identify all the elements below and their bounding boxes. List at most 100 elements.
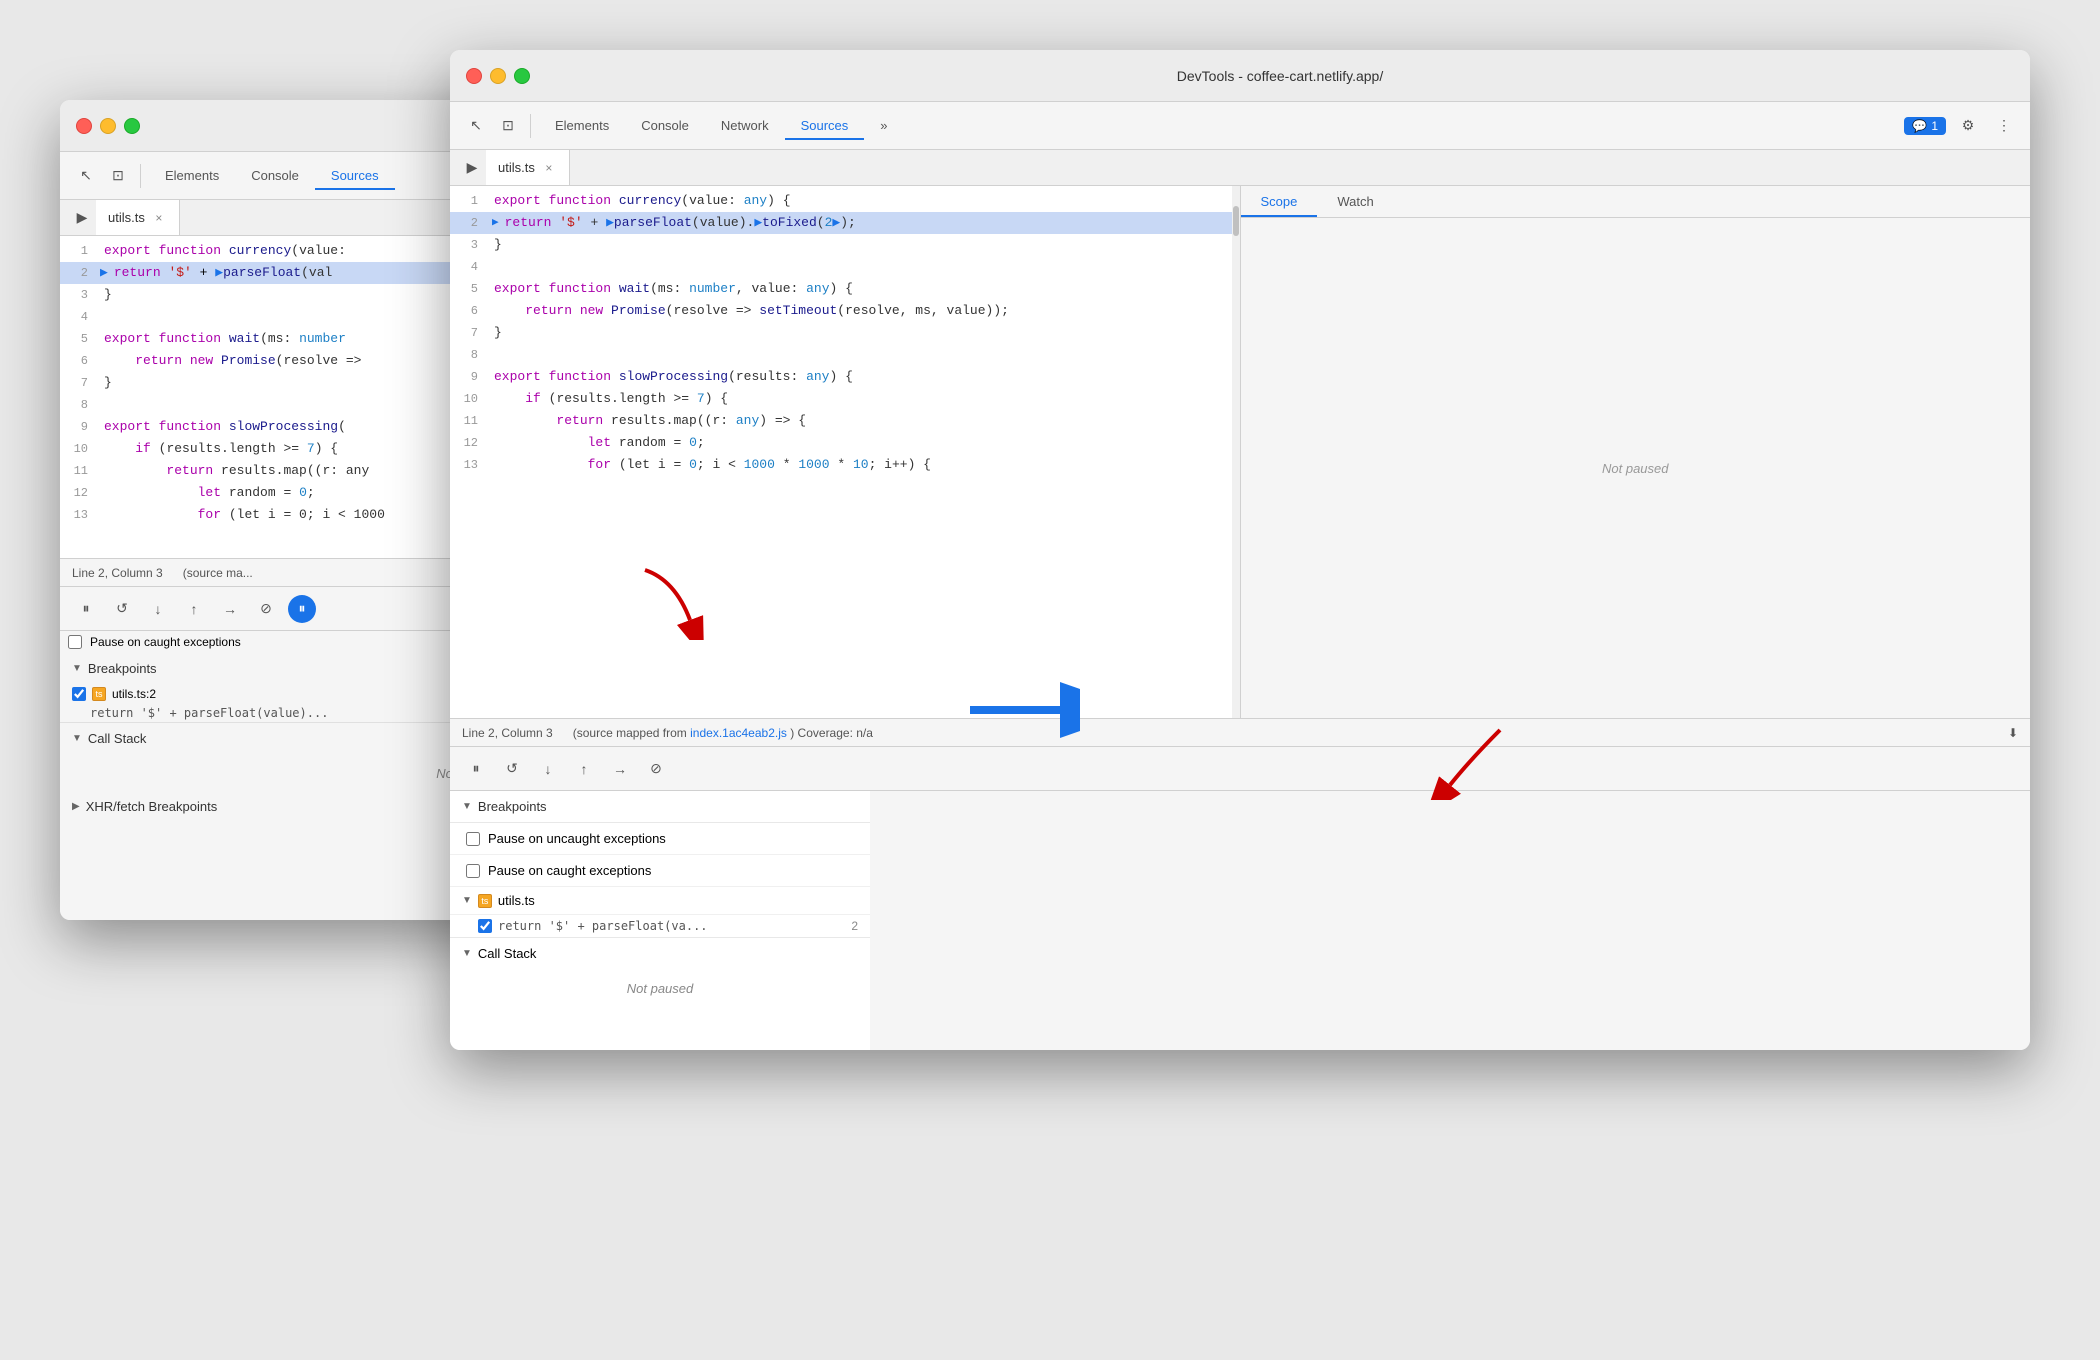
triangle-icon-cs-1: ▼	[72, 733, 82, 744]
scope-panel-2: Scope Watch Not paused	[1240, 186, 2031, 718]
download-icon-2[interactable]: ⬇	[2008, 726, 2018, 740]
scope-content-2: Not paused	[1241, 218, 2031, 718]
scrollbar-track-2	[1232, 186, 1240, 718]
breakpoints-popup-2: ▼ Breakpoints Pause on uncaught exceptio…	[450, 791, 870, 1050]
code-editor-2: 1 export function currency(value: any) {…	[450, 186, 1240, 718]
tab-sources-2[interactable]: Sources	[785, 112, 865, 139]
cursor-icon-2[interactable]: ↖	[462, 112, 490, 140]
tab-more-2[interactable]: »	[864, 112, 903, 139]
code-line-w2-13: 13 for (let i = 0; i < 1000 * 1000 * 10;…	[450, 454, 1232, 476]
tab-network-2[interactable]: Network	[705, 112, 785, 139]
pause-caught-checkbox-1[interactable]	[68, 635, 82, 649]
bp-file-1: utils.ts:2	[112, 687, 156, 701]
pause-btn-1[interactable]: ⏸	[72, 595, 100, 623]
chat-count-2: 1	[1931, 119, 1938, 133]
tab-console-2[interactable]: Console	[625, 112, 705, 139]
step-over-btn-1[interactable]: ↓	[144, 595, 172, 623]
pause-btn-2[interactable]: ⏸	[462, 755, 490, 783]
step-btn-2[interactable]: →	[606, 755, 634, 783]
step-into-btn-1[interactable]: ↑	[180, 595, 208, 623]
toolbar-2: ↖ ⊡ Elements Console Network Sources » 💬…	[450, 102, 2030, 150]
scrollbar-thumb-2[interactable]	[1233, 206, 1239, 236]
callstack-label-1: Call Stack	[88, 731, 147, 746]
bp-checkbox-1[interactable]	[72, 687, 86, 701]
cursor-icon-1[interactable]: ↖	[72, 162, 100, 190]
status-position-1: Line 2, Column 3	[72, 566, 163, 580]
pause-uncaught-label: Pause on uncaught exceptions	[488, 831, 666, 846]
file-tab-close-1[interactable]: ×	[151, 210, 167, 226]
pause-uncaught-row: Pause on uncaught exceptions	[450, 823, 870, 855]
status-file-link-2[interactable]: index.1ac4eab2.js	[690, 726, 787, 740]
debug-toolbar-2: ⏸ ↺ ↓ ↑ → ⊘	[450, 746, 2030, 790]
toolbar-sep-2	[530, 114, 531, 138]
step-over-btn-2[interactable]: ↓	[534, 755, 562, 783]
popup-bp-line: 2	[851, 919, 858, 933]
triangle-file-icon: ▼	[462, 895, 472, 906]
code-area-2: 1 export function currency(value: any) {…	[450, 186, 1240, 718]
pause-caught-label-2: Pause on caught exceptions	[488, 863, 651, 878]
pause-uncaught-checkbox[interactable]	[466, 832, 480, 846]
minimize-button-1[interactable]	[100, 118, 116, 134]
tab-bar-2: Elements Console Network Sources »	[539, 112, 1900, 139]
file-tab-utils-1[interactable]: utils.ts ×	[96, 200, 180, 235]
resume-btn-1[interactable]: ↺	[108, 595, 136, 623]
maximize-button-2[interactable]	[514, 68, 530, 84]
file-tab-utils-2[interactable]: utils.ts ×	[486, 150, 570, 185]
close-button-2[interactable]	[466, 68, 482, 84]
settings-icon-2[interactable]: ⚙	[1954, 112, 1982, 140]
popup-file-row: ▼ ts utils.ts	[450, 887, 870, 915]
scope-panel-bottom	[870, 791, 2030, 1050]
chat-badge-2[interactable]: 💬 1	[1904, 117, 1946, 135]
close-button-1[interactable]	[76, 118, 92, 134]
bottom-panel-2: ▼ Breakpoints Pause on uncaught exceptio…	[450, 790, 2030, 1050]
popup-call-stack[interactable]: ▼ Call Stack	[450, 937, 870, 969]
step-into-btn-2[interactable]: ↑	[570, 755, 598, 783]
window-title-2: DevTools - coffee-cart.netlify.app/	[546, 68, 2014, 84]
deactivate-btn-2[interactable]: ⊘	[642, 755, 670, 783]
pause-active-btn-1[interactable]: ⏸	[288, 595, 316, 623]
code-inner-2[interactable]: 1 export function currency(value: any) {…	[450, 186, 1232, 718]
play-icon-1[interactable]: ▶	[68, 204, 96, 232]
tab-elements-2[interactable]: Elements	[539, 112, 625, 139]
more-icon-2[interactable]: ⋮	[1990, 112, 2018, 140]
pause-caught-row-2: Pause on caught exceptions	[450, 855, 870, 887]
code-line-w2-9: 9 export function slowProcessing(results…	[450, 366, 1232, 388]
traffic-lights-1	[76, 118, 140, 134]
triangle-icon-1: ▼	[72, 663, 82, 674]
layers-icon-2[interactable]: ⊡	[494, 112, 522, 140]
code-line-w2-11: 11 return results.map((r: any) => {	[450, 410, 1232, 432]
layers-icon-1[interactable]: ⊡	[104, 162, 132, 190]
step-btn-1[interactable]: →	[216, 595, 244, 623]
file-tab-name-1: utils.ts	[108, 210, 145, 225]
play-icon-2[interactable]: ▶	[458, 154, 486, 182]
tab-elements-1[interactable]: Elements	[149, 162, 235, 189]
scope-tab-scope[interactable]: Scope	[1241, 186, 1318, 217]
status-source-mapped-2: (source mapped from index.1ac4eab2.js ) …	[573, 726, 873, 740]
not-paused-scope: Not paused	[1602, 461, 1669, 476]
popup-breakpoints-header[interactable]: ▼ Breakpoints	[450, 791, 870, 823]
scope-tab-watch[interactable]: Watch	[1317, 186, 1393, 217]
tab-console-1[interactable]: Console	[235, 162, 315, 189]
file-tab-close-2[interactable]: ×	[541, 160, 557, 176]
tab-sources-1[interactable]: Sources	[315, 162, 395, 189]
code-line-w2-2: 2 ▶ return '$' + ▶parseFloat(value).▶toF…	[450, 212, 1232, 234]
code-line-w2-12: 12 let random = 0;	[450, 432, 1232, 454]
popup-bp-text: return '$' + parseFloat(va...	[498, 919, 708, 933]
popup-bp-checkbox[interactable]	[478, 919, 492, 933]
code-line-w2-8: 8	[450, 344, 1232, 366]
triangle-bp-icon: ▼	[462, 801, 472, 812]
pause-caught-label-1: Pause on caught exceptions	[90, 635, 241, 649]
popup-callstack-label: Call Stack	[478, 946, 537, 961]
file-tab-bar-2: ▶ utils.ts ×	[450, 150, 2030, 186]
pause-caught-checkbox-2[interactable]	[466, 864, 480, 878]
resume-btn-2[interactable]: ↺	[498, 755, 526, 783]
code-line-w2-1: 1 export function currency(value: any) {	[450, 190, 1232, 212]
status-bar-2: Line 2, Column 3 (source mapped from ind…	[450, 718, 2030, 746]
minimize-button-2[interactable]	[490, 68, 506, 84]
popup-breakpoints-label: Breakpoints	[478, 799, 547, 814]
traffic-lights-2	[466, 68, 530, 84]
deactivate-btn-1[interactable]: ⊘	[252, 595, 280, 623]
code-line-w2-7: 7 }	[450, 322, 1232, 344]
code-line-w2-4: 4	[450, 256, 1232, 278]
maximize-button-1[interactable]	[124, 118, 140, 134]
